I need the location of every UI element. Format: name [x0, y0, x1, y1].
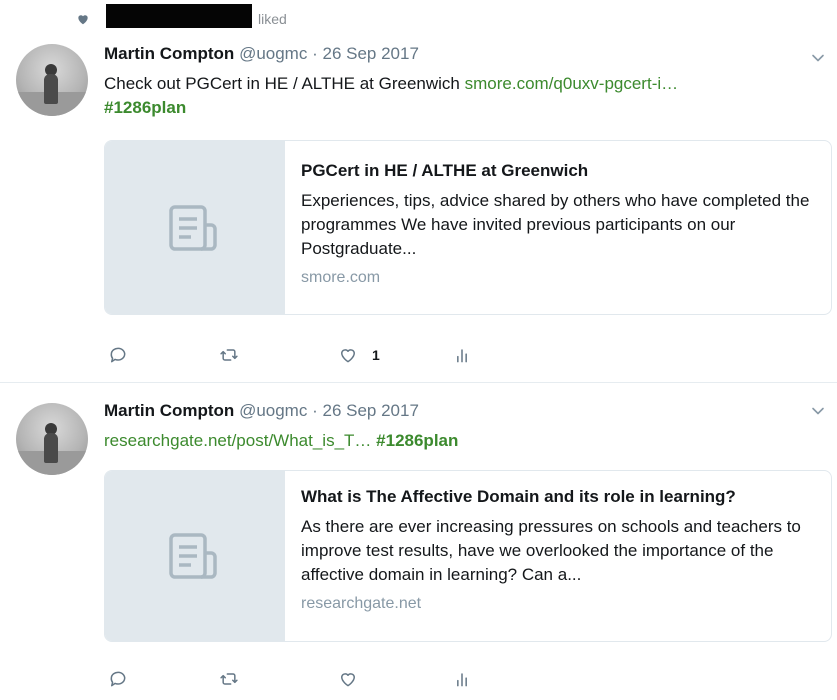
- analytics-icon: [457, 673, 467, 687]
- card-domain: smore.com: [301, 269, 381, 286]
- chevron-down-icon[interactable]: [810, 403, 826, 419]
- tweet[interactable]: Martin Compton @uogmc · 26 Sep 2017 Chec…: [0, 40, 837, 383]
- document-icon: [169, 205, 217, 251]
- separator: ·: [312, 44, 318, 63]
- hashtag-link[interactable]: #1286plan: [376, 431, 458, 450]
- analytics-button[interactable]: [452, 343, 472, 367]
- tweet-text: researchgate.net/post/What_is_T… #1286pl…: [104, 429, 824, 453]
- card-thumbnail: [105, 471, 285, 641]
- liked-activity-row: liked: [0, 0, 837, 40]
- tweet-body: Check out PGCert in HE / ALTHE at Greenw…: [104, 74, 460, 93]
- card-domain: researchgate.net: [301, 595, 422, 612]
- like-button[interactable]: 1: [338, 343, 380, 367]
- reply-icon: [110, 671, 126, 687]
- chevron-down-icon[interactable]: [810, 50, 826, 66]
- retweet-icon: [220, 673, 238, 685]
- retweet-button[interactable]: [219, 343, 239, 367]
- tweet-link[interactable]: smore.com/q0uxv-pgcert-i…: [465, 74, 679, 93]
- author-name[interactable]: Martin Compton: [104, 44, 234, 63]
- tweet-actions: [104, 667, 504, 695]
- retweet-button[interactable]: [219, 667, 239, 691]
- reply-button[interactable]: [108, 667, 128, 691]
- author-handle[interactable]: @uogmc: [239, 401, 307, 420]
- link-card[interactable]: What is The Affective Domain and its rol…: [104, 470, 832, 642]
- analytics-button[interactable]: [452, 667, 472, 691]
- like-icon: [341, 673, 355, 687]
- card-title[interactable]: What is The Affective Domain and its rol…: [301, 487, 821, 507]
- link-card[interactable]: PGCert in HE / ALTHE at Greenwich Experi…: [104, 140, 832, 315]
- tweet-date[interactable]: 26 Sep 2017: [323, 401, 419, 420]
- tweet-date[interactable]: 26 Sep 2017: [323, 44, 419, 63]
- avatar[interactable]: [16, 44, 88, 116]
- retweet-icon: [220, 349, 238, 361]
- author-name[interactable]: Martin Compton: [104, 401, 234, 420]
- analytics-icon: [457, 349, 467, 363]
- card-title[interactable]: PGCert in HE / ALTHE at Greenwich: [301, 161, 821, 181]
- like-count: 1: [372, 347, 380, 363]
- avatar[interactable]: [16, 403, 88, 475]
- tweet-link[interactable]: researchgate.net/post/What_is_T…: [104, 431, 371, 450]
- author-handle[interactable]: @uogmc: [239, 44, 307, 63]
- card-thumbnail: [105, 141, 285, 314]
- liked-label: liked: [258, 11, 287, 27]
- redacted-username: [106, 4, 252, 28]
- heart-icon: [78, 15, 88, 25]
- tweet-actions: 1: [104, 343, 504, 371]
- reply-button[interactable]: [108, 343, 128, 367]
- tweet-header: Martin Compton @uogmc · 26 Sep 2017: [104, 44, 419, 64]
- card-description: Experiences, tips, advice shared by othe…: [301, 191, 810, 258]
- like-button[interactable]: [338, 667, 358, 691]
- document-icon: [169, 533, 217, 579]
- hashtag-link[interactable]: #1286plan: [104, 98, 186, 117]
- tweet[interactable]: Martin Compton @uogmc · 26 Sep 2017 rese…: [0, 395, 837, 700]
- tweet-text: Check out PGCert in HE / ALTHE at Greenw…: [104, 72, 824, 120]
- like-icon: [341, 349, 355, 363]
- reply-icon: [110, 347, 126, 363]
- card-description: As there are ever increasing pressures o…: [301, 517, 801, 584]
- separator: ·: [312, 401, 318, 420]
- tweet-header: Martin Compton @uogmc · 26 Sep 2017: [104, 401, 419, 421]
